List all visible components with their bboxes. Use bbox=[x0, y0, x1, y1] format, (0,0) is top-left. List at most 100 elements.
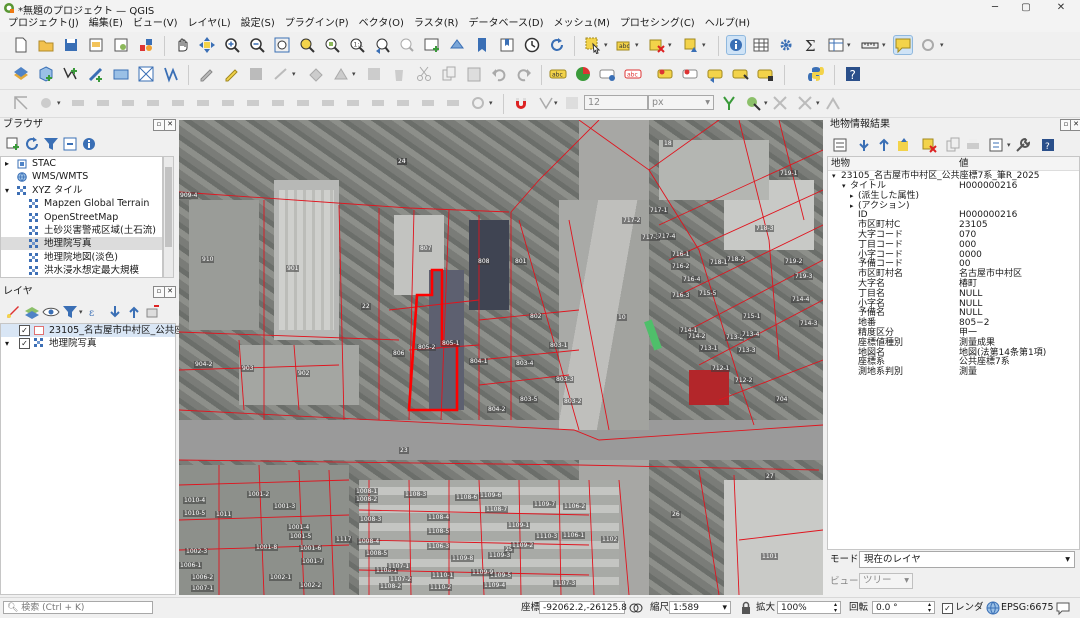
zoom-to-selection-icon[interactable] bbox=[297, 35, 317, 55]
move-feature-icon[interactable] bbox=[68, 93, 88, 113]
attribute-row[interactable]: 市区町村名 名古屋市中村区 bbox=[828, 269, 1078, 279]
dropdown-arrow-icon[interactable]: ▾ bbox=[489, 93, 495, 113]
layer-visibility-checkbox[interactable]: ✓ bbox=[19, 338, 30, 349]
label-toolbar-icon[interactable]: abc bbox=[548, 64, 568, 84]
collapse-icon[interactable] bbox=[874, 135, 894, 155]
copy-icon[interactable] bbox=[439, 64, 459, 84]
add-raster-icon[interactable] bbox=[136, 64, 156, 84]
lock-scale-icon[interactable] bbox=[736, 598, 756, 618]
rotation-spinbox[interactable]: 0.0 ° ▴ ▾ bbox=[872, 601, 935, 614]
zoom-last-icon[interactable] bbox=[372, 35, 392, 55]
dropdown-arrow-icon[interactable]: ▾ bbox=[604, 35, 610, 55]
identify-mode-icon[interactable] bbox=[986, 135, 1006, 155]
data-source-manager-icon[interactable] bbox=[11, 64, 31, 84]
close-panel-button[interactable]: ✕ bbox=[164, 286, 176, 298]
browser-item[interactable]: Mapzen Global Terrain bbox=[1, 197, 162, 210]
deselect-icon[interactable] bbox=[919, 135, 939, 155]
attribute-row[interactable]: 予備コード 00 bbox=[828, 259, 1078, 269]
new-shapefile-icon[interactable] bbox=[61, 64, 81, 84]
topological-editing-icon[interactable] bbox=[719, 93, 739, 113]
expand-tree-icon[interactable] bbox=[830, 135, 850, 155]
add-ring-icon[interactable] bbox=[143, 93, 163, 113]
locator-search-input[interactable]: 🔍︎ 検索 (Ctrl + K) bbox=[3, 601, 153, 614]
hide-labels-icon[interactable]: abc bbox=[623, 64, 643, 84]
close-button[interactable]: ✕ bbox=[1046, 0, 1076, 16]
add-part-icon[interactable] bbox=[168, 93, 188, 113]
snapping-unit-select[interactable]: px ▾ bbox=[648, 95, 714, 110]
menu-item[interactable]: 設定(S) bbox=[236, 16, 280, 32]
modify-attributes-icon[interactable] bbox=[364, 64, 384, 84]
snapping-mode-icon[interactable] bbox=[536, 93, 556, 113]
expand-arrow-icon[interactable]: ▸ bbox=[850, 201, 854, 211]
attribute-row[interactable]: 大字名 椿町 bbox=[828, 279, 1078, 289]
save-edits-icon[interactable] bbox=[246, 64, 266, 84]
new-map-view-icon[interactable] bbox=[422, 35, 442, 55]
expand-arrow-icon[interactable]: ▾ bbox=[5, 337, 9, 350]
map-canvas[interactable]: 2018909-491090122807808801802806805-2805… bbox=[179, 120, 823, 595]
vertex-tool-current-icon[interactable] bbox=[331, 64, 351, 84]
expand-arrow-icon[interactable]: ▾ bbox=[832, 171, 836, 181]
add-virtual-layer-icon[interactable] bbox=[111, 64, 131, 84]
settings-wrench-icon[interactable] bbox=[1013, 135, 1033, 155]
undo-icon[interactable] bbox=[489, 64, 509, 84]
split-feature-icon[interactable] bbox=[318, 93, 338, 113]
browser-scrollbar[interactable] bbox=[163, 156, 174, 278]
close-panel-button[interactable]: ✕ bbox=[164, 119, 176, 131]
new-bookmark-icon[interactable] bbox=[472, 35, 492, 55]
print-icon[interactable] bbox=[963, 135, 983, 155]
add-vector-icon[interactable] bbox=[161, 64, 181, 84]
crs-label[interactable]: EPSG:6675 bbox=[1001, 601, 1054, 615]
merge-features-icon[interactable] bbox=[368, 93, 388, 113]
new-geopackage-icon[interactable] bbox=[36, 64, 56, 84]
attribute-row[interactable]: ID H000000216 bbox=[828, 210, 1078, 220]
layout-manager-icon[interactable] bbox=[111, 35, 131, 55]
filter-expression-icon[interactable]: ε bbox=[86, 302, 106, 322]
dropdown-arrow-icon[interactable]: ▾ bbox=[554, 93, 560, 113]
expand-arrow-icon[interactable]: ▾ bbox=[5, 184, 9, 197]
snapping-intersection-icon[interactable] bbox=[744, 93, 764, 113]
redo-icon[interactable] bbox=[514, 64, 534, 84]
new-print-layout-icon[interactable] bbox=[86, 35, 106, 55]
advanced-digitizing-icon[interactable] bbox=[11, 93, 31, 113]
browser-item[interactable]: ▾ XYZ タイル bbox=[1, 184, 162, 197]
measure-line-icon[interactable] bbox=[860, 35, 880, 55]
show-bookmarks-icon[interactable] bbox=[497, 35, 517, 55]
browser-item[interactable]: 地理院写真 bbox=[1, 237, 162, 251]
select-by-value-icon[interactable]: abc bbox=[614, 35, 634, 55]
dropdown-arrow-icon[interactable]: ▾ bbox=[352, 64, 358, 84]
reshape-feature-icon[interactable] bbox=[268, 93, 288, 113]
map-tips-icon[interactable] bbox=[893, 35, 913, 55]
trim-extend-icon[interactable] bbox=[468, 93, 488, 113]
dropdown-arrow-icon[interactable]: ▾ bbox=[668, 35, 674, 55]
dropdown-arrow-icon[interactable]: ▾ bbox=[292, 64, 298, 84]
browser-item[interactable]: WMS/WMTS bbox=[1, 170, 162, 183]
move-label-icon[interactable] bbox=[656, 64, 676, 84]
menu-item[interactable]: メッシュ(M) bbox=[548, 16, 614, 32]
toolbox-gear-icon[interactable] bbox=[776, 35, 796, 55]
add-group-icon[interactable] bbox=[22, 302, 42, 322]
mode-select[interactable]: 現在のレイヤ ▾ bbox=[859, 551, 1075, 568]
label-properties-icon[interactable] bbox=[756, 64, 776, 84]
expand-arrow-icon[interactable]: ▸ bbox=[850, 191, 854, 201]
dropdown-arrow-icon[interactable]: ▾ bbox=[57, 93, 63, 113]
self-snapping-icon[interactable] bbox=[770, 93, 790, 113]
browser-item[interactable]: OpenStreetMap bbox=[1, 211, 162, 224]
expand-all-icon[interactable] bbox=[105, 302, 125, 322]
toggle-editing-icon[interactable] bbox=[221, 64, 241, 84]
diagram-options-icon[interactable] bbox=[573, 64, 593, 84]
change-label-icon[interactable] bbox=[706, 64, 726, 84]
snapping-tolerance-input[interactable]: 12 bbox=[584, 95, 648, 110]
show-hide-labels-icon[interactable] bbox=[731, 64, 751, 84]
new-3d-map-icon[interactable] bbox=[447, 35, 467, 55]
delete-ring-icon[interactable] bbox=[218, 93, 238, 113]
python-console-icon[interactable] bbox=[806, 64, 826, 84]
menu-item[interactable]: ヘルプ(H) bbox=[700, 16, 755, 32]
split-parts-icon[interactable] bbox=[343, 93, 363, 113]
simplify-feature-icon[interactable] bbox=[118, 93, 138, 113]
field-calculator-icon[interactable] bbox=[826, 35, 846, 55]
statistics-sigma-icon[interactable]: Σ bbox=[801, 35, 821, 55]
scale-combobox[interactable]: 1:589 ▾ bbox=[669, 601, 731, 614]
browser-item[interactable]: 洪水浸水想定最大規模 bbox=[1, 264, 162, 277]
expand-arrow-icon[interactable]: ▾ bbox=[842, 181, 846, 191]
maximize-button[interactable]: ▢ bbox=[1011, 0, 1041, 16]
